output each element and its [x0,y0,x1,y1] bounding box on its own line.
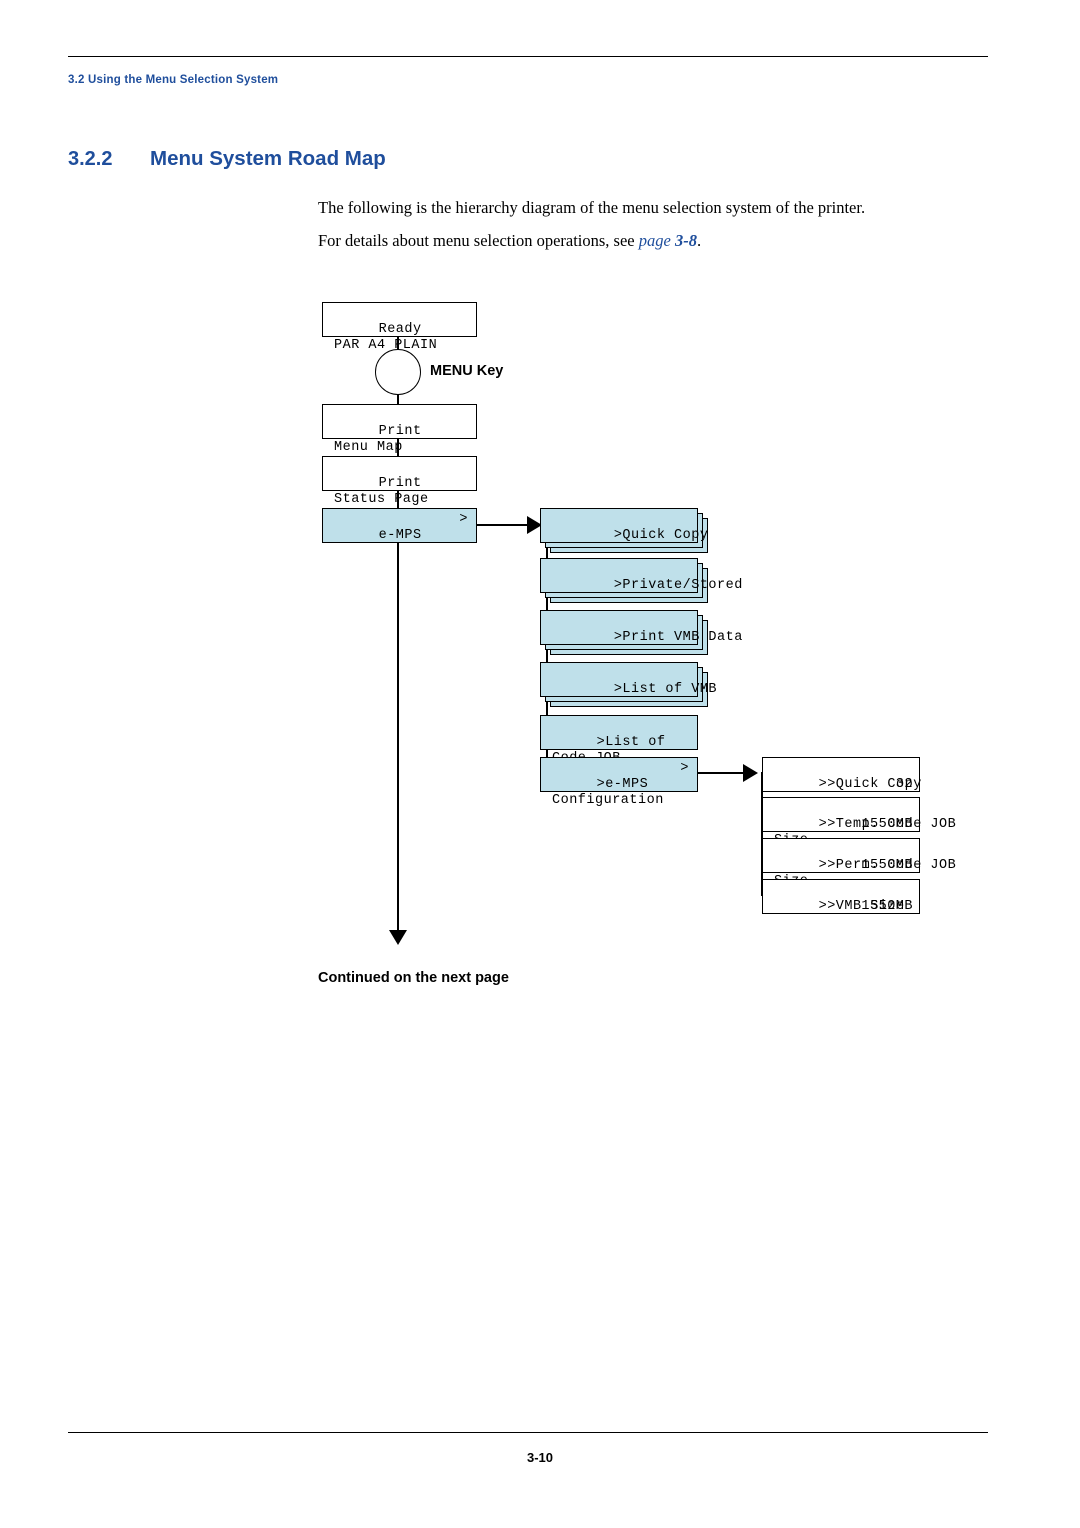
lcd-panel-print-status-page: Print Status Page [322,456,477,507]
lcd-line1: Print [378,424,422,439]
lcd-panel-vmb-size: >>VMB Size 1550MB [762,879,920,914]
lcd-panel-perm-code-job-size: >>Perm. Code JOBSize1550MB [762,838,956,889]
lcd-panel-ready: Ready PAR A4 PLAIN [322,302,477,353]
flow-line-statuspage-to-emps [397,491,400,509]
lcd-line1: Ready [378,322,422,337]
lcd-panel-private-stored: >Private/Stored [540,558,742,593]
lcd-submenu-marker: > [680,761,689,776]
lcd-panel-temp-code-job-size: >>Temp. Code JOBSize1550MB [762,797,956,848]
lcd-panel-emps-configuration: >e-MPS > Configuration [540,757,698,808]
lcd-panel-print-menu-map: Print Menu Map [322,404,477,455]
lcd-line1: >List of VMB [613,682,718,697]
lcd-panel-list-of-vmb: >List of VMB [540,662,717,697]
menu-key-label: MENU Key [430,363,504,379]
lcd-line2-value: 1550MB [861,858,913,873]
page-number: 3-10 [526,1450,554,1465]
lcd-panel-print-vmb-data: >Print VMB Data [540,610,742,645]
flow-line-menumap-to-statuspage [397,439,400,457]
lcd-line2: Menu Map [334,440,403,455]
lcd-line2-value: 1550MB [861,899,913,914]
lcd-line1: >Print VMB Data [613,630,743,645]
lcd-line2-value: 32 [895,777,913,792]
lcd-panel-list-of-code-job: >List ofCode JOB [540,715,698,766]
lcd-line1: >Quick Copy [613,528,709,543]
document-page: 3.2 Using the Menu Selection System 3.2.… [0,0,1080,1528]
connector-emps-to-quickcopy [477,524,533,527]
lcd-line1: Print [378,476,422,491]
lcd-line1: >Private/Stored [613,578,743,593]
lcd-panel-quick-copy: >Quick Copy [540,508,708,543]
lcd-line2: Status Page [334,492,429,507]
continued-on-next-page-label: Continued on the next page [318,970,509,986]
flow-arrow-continued [389,930,407,945]
flow-line-emps-to-continued [397,543,400,933]
lcd-panel-quick-copy-count: >>Quick Copy 32 [762,757,921,792]
lcd-line1: >List of [596,735,666,750]
connector-arrow-column3 [743,764,758,782]
lcd-line2: Configuration [552,793,664,808]
lcd-submenu-marker: > [459,512,468,527]
lcd-line1: e-MPS [378,528,422,543]
footer-divider [68,1432,988,1433]
lcd-line1: >e-MPS [596,777,649,792]
menu-key-button[interactable] [375,349,421,395]
lcd-line2-value: 1550MB [861,817,913,832]
lcd-panel-emps: e-MPS > [322,508,477,543]
connector-config-to-column3 [698,772,748,775]
menu-system-road-map-diagram: Ready PAR A4 PLAIN MENU Key Print Menu Map… [0,0,1080,1528]
